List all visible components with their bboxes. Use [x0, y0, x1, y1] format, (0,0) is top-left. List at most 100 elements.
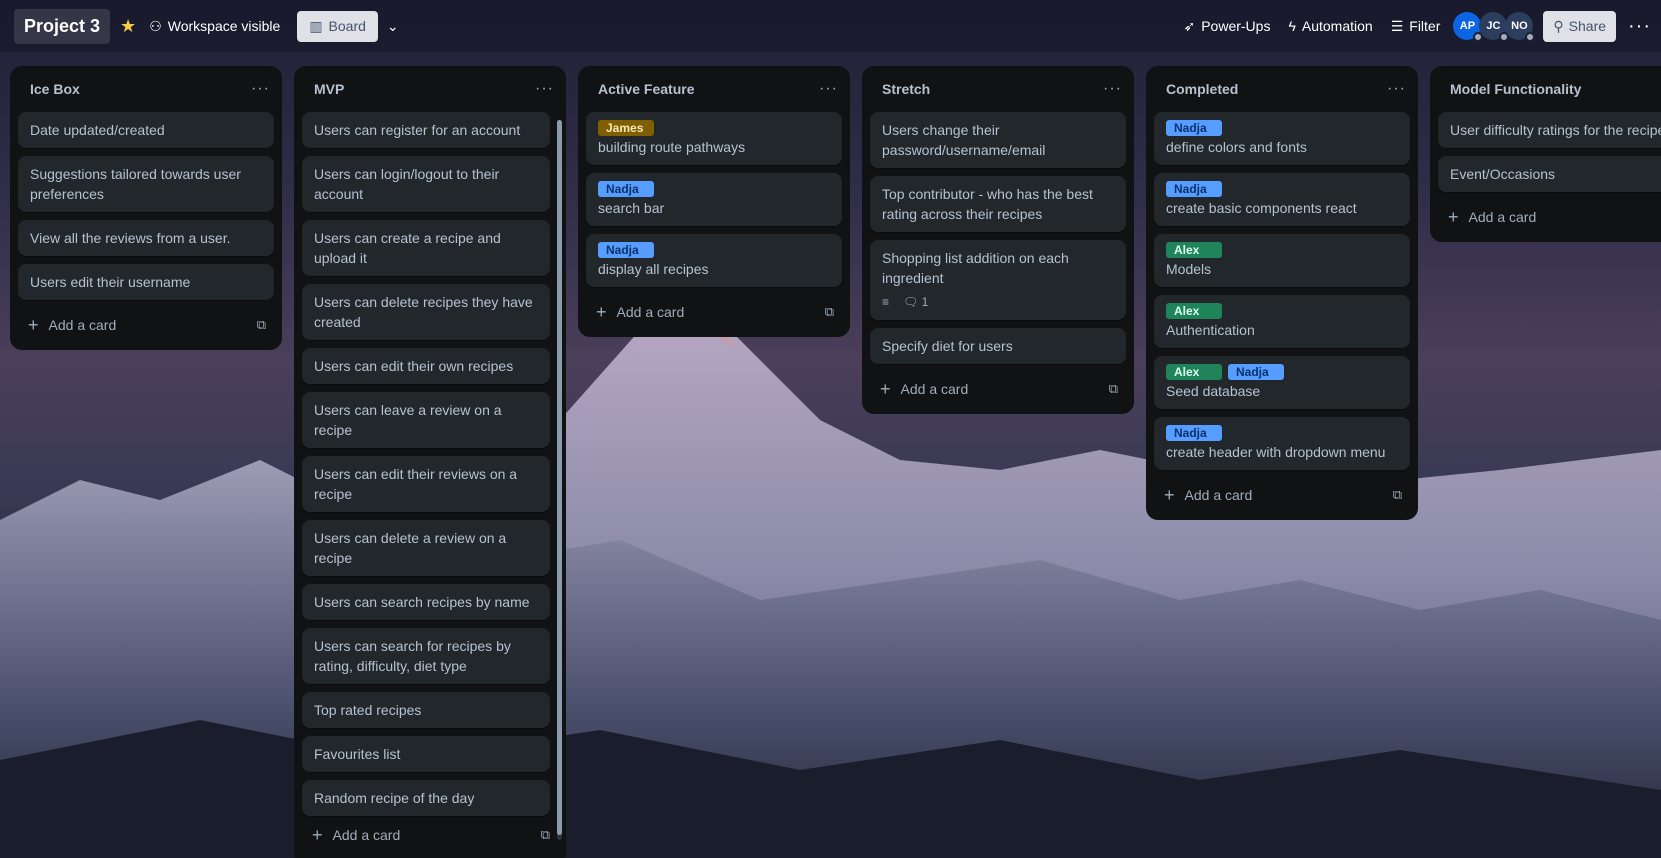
add-card-button[interactable]: +Add a card⧉	[1154, 478, 1410, 512]
list-title[interactable]: Model Functionality	[1450, 81, 1581, 97]
add-card-button[interactable]: +Add a card⧉	[18, 308, 274, 342]
card[interactable]: Event/Occasions	[1438, 156, 1661, 192]
card[interactable]: Users change their password/username/ema…	[870, 112, 1126, 168]
share-button[interactable]: ⚲ Share	[1543, 10, 1617, 42]
card[interactable]: Nadja create basic components react	[1154, 173, 1410, 226]
card-label[interactable]: Nadja	[1166, 181, 1222, 197]
card[interactable]: Users can edit their reviews on a recipe	[302, 456, 550, 512]
board-lists: Ice Box ··· Date updated/created Suggestion…	[0, 52, 1661, 858]
list-model-functionality[interactable]: Model Functionality···User difficulty ra…	[1430, 66, 1661, 242]
add-card-button[interactable]: +Add a card⧉	[586, 295, 842, 329]
card[interactable]: Users can search for recipes by rating, …	[302, 628, 550, 684]
list-header: Stretch ···	[870, 66, 1126, 112]
list-menu-icon[interactable]: ···	[819, 80, 838, 98]
card-title: Top contributor - who has the best ratin…	[882, 186, 1093, 222]
card[interactable]: Alex Authentication	[1154, 295, 1410, 348]
more-options-button[interactable]: ···	[1628, 15, 1651, 38]
card[interactable]: Users edit their username	[18, 264, 274, 300]
card[interactable]: Users can login/logout to their account	[302, 156, 550, 212]
people-icon: ⚇	[149, 17, 162, 34]
card[interactable]: Favourites list	[302, 736, 550, 772]
card[interactable]: Top contributor - who has the best ratin…	[870, 176, 1126, 232]
card-label[interactable]: Alex	[1166, 242, 1222, 258]
card-label[interactable]: James	[598, 120, 654, 136]
card-label[interactable]: Nadja	[598, 242, 654, 258]
card-label[interactable]: Alex	[1166, 303, 1222, 319]
list-title[interactable]: Stretch	[882, 81, 930, 97]
list-completed[interactable]: Completed ··· Nadja define colors and fonts…	[1146, 66, 1418, 520]
list-menu-icon[interactable]: ···	[1103, 80, 1122, 98]
card[interactable]: Nadja create header with dropdown menu	[1154, 417, 1410, 470]
list-stretch[interactable]: Stretch ··· Users change their password/us…	[862, 66, 1134, 414]
card[interactable]: Users can register for an account	[302, 112, 550, 148]
card[interactable]: Suggestions tailored towards user prefer…	[18, 156, 274, 212]
automation-button[interactable]: ϟ Automation	[1279, 11, 1381, 41]
add-card-button[interactable]: +Add a card⧉	[1438, 200, 1661, 234]
card-title: Specify diet for users	[882, 338, 1013, 354]
list-title[interactable]: MVP	[314, 81, 344, 97]
list-menu-icon[interactable]: ···	[1387, 80, 1406, 98]
star-icon[interactable]: ★	[120, 16, 136, 37]
card[interactable]: Users can delete recipes they have creat…	[302, 284, 550, 340]
create-from-template-icon[interactable]: ⧉	[1393, 487, 1402, 503]
card-label[interactable]: Nadja	[1228, 364, 1284, 380]
list-title[interactable]: Ice Box	[30, 81, 80, 97]
list-ice-box[interactable]: Ice Box ··· Date updated/created Suggestion…	[10, 66, 282, 350]
powerups-button[interactable]: ➶ Power-Ups	[1174, 11, 1279, 42]
card[interactable]: Specify diet for users	[870, 328, 1126, 364]
create-from-template-icon[interactable]: ⧉	[825, 304, 834, 320]
create-from-template-icon[interactable]: ⧉	[1109, 381, 1118, 397]
card[interactable]: James building route pathways	[586, 112, 842, 165]
view-dropdown-button[interactable]: ⌄	[378, 11, 408, 42]
card-label[interactable]: Nadja	[598, 181, 654, 197]
list-menu-icon[interactable]: ···	[535, 80, 554, 98]
card[interactable]: Top rated recipes	[302, 692, 550, 728]
card-title: Users can search recipes by name	[314, 594, 530, 610]
lightning-icon: ϟ	[1288, 18, 1296, 34]
list-scrollbar[interactable]	[557, 120, 562, 840]
card[interactable]: View all the reviews from a user.	[18, 220, 274, 256]
scrollbar-thumb[interactable]	[557, 120, 562, 835]
list-mvp[interactable]: MVP ··· Users can register for an account U…	[294, 66, 566, 858]
card[interactable]: Users can search recipes by name	[302, 584, 550, 620]
add-card-button[interactable]: +Add a card ⧉	[870, 372, 1126, 406]
list-title[interactable]: Active Feature	[598, 81, 694, 97]
card-label[interactable]: Alex	[1166, 364, 1222, 380]
add-card-left: + Add a card	[880, 380, 968, 398]
card[interactable]: Nadja display all recipes	[586, 234, 842, 287]
card[interactable]: Nadja define colors and fonts	[1154, 112, 1410, 165]
card[interactable]: Date updated/created	[18, 112, 274, 148]
card-label[interactable]: Nadja	[1166, 120, 1222, 136]
avatar[interactable]: AP	[1453, 12, 1484, 42]
board-view-icon: ▥	[309, 17, 323, 34]
add-card-button[interactable]: +Add a card⧉	[302, 818, 558, 852]
list-cards: Date updated/created Suggestions tailored…	[18, 112, 274, 300]
card[interactable]: Alex Models	[1154, 234, 1410, 287]
card[interactable]: Nadja search bar	[586, 173, 842, 226]
create-from-template-icon[interactable]: ⧉	[257, 317, 266, 333]
filter-button[interactable]: ☰ Filter	[1382, 11, 1450, 42]
card[interactable]: Shopping list addition on each ingredien…	[870, 240, 1126, 320]
card-title: Suggestions tailored towards user prefer…	[30, 166, 241, 202]
rocket-icon: ➶	[1183, 17, 1196, 34]
card[interactable]: Users can create a recipe and upload it	[302, 220, 550, 276]
card-badges: ≡ 🗨 1	[882, 292, 1114, 312]
card[interactable]: User difficulty ratings for the recipes	[1438, 112, 1661, 148]
list-active-feature[interactable]: Active Feature ··· James building route pat…	[578, 66, 850, 337]
card[interactable]: Random recipe of the day	[302, 780, 550, 816]
card[interactable]: Users can leave a review on a recipe	[302, 392, 550, 448]
view-switcher-button[interactable]: ▥ Board	[297, 10, 378, 42]
board-title[interactable]: Project 3	[14, 8, 111, 44]
avatar[interactable]: NO	[1505, 12, 1536, 42]
card[interactable]: Alex Nadja Seed database	[1154, 356, 1410, 409]
list-title[interactable]: Completed	[1166, 81, 1238, 97]
card[interactable]: Users can edit their own recipes	[302, 348, 550, 384]
list-menu-icon[interactable]: ···	[251, 80, 270, 98]
comment-icon: 🗨	[903, 295, 922, 309]
card[interactable]: Users can delete a review on a recipe	[302, 520, 550, 576]
create-from-template-icon[interactable]: ⧉	[541, 827, 550, 843]
card-label[interactable]: Nadja	[1166, 425, 1222, 441]
card-title: Users can edit their own recipes	[314, 358, 514, 374]
visibility-button[interactable]: ⚇ Workspace visible	[140, 11, 289, 42]
avatar[interactable]: JC	[1479, 12, 1510, 42]
